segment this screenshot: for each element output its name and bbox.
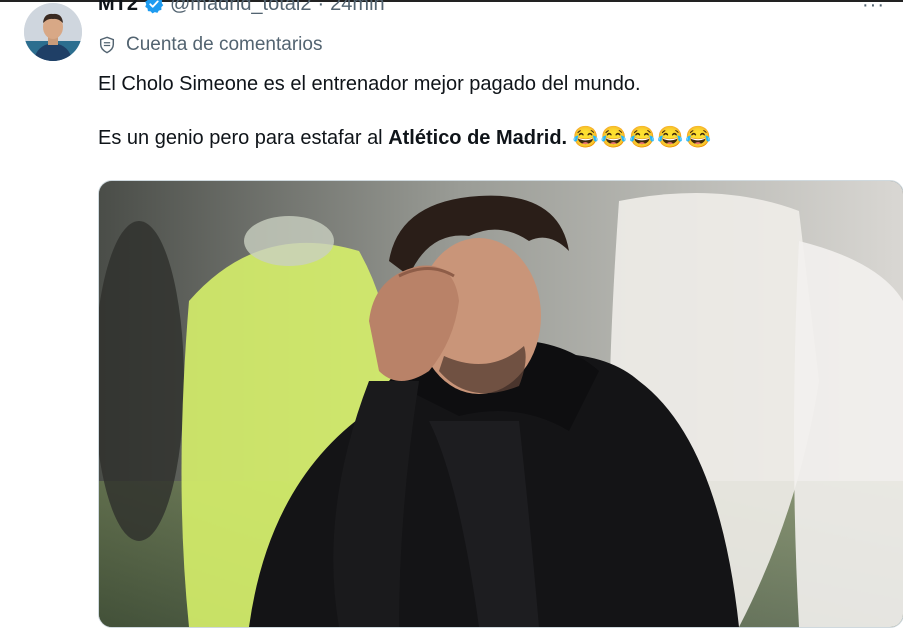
team-name: Atlético de Madrid. (388, 127, 568, 149)
author-handle[interactable]: @madrid_total2 (170, 0, 311, 16)
tweet-text: El Cholo Simeone es el entrenador mejor … (98, 70, 878, 152)
tweet-line-2: Es un genio pero para estafar al Atlétic… (98, 124, 878, 152)
coach-photo (99, 181, 903, 627)
tweet-header: MT2 @madrid_total2 · 24min (98, 0, 385, 16)
author-name[interactable]: MT2 (98, 0, 138, 16)
more-icon: ··· (862, 0, 885, 16)
tweet-line-1: El Cholo Simeone es el entrenador mejor … (98, 73, 641, 95)
context-label-row: Cuenta de comentarios (98, 33, 322, 57)
verified-badge-icon (145, 0, 164, 14)
tweet-timestamp[interactable]: 24min (330, 0, 384, 16)
header-separator: · (317, 0, 325, 15)
author-avatar[interactable] (24, 3, 82, 61)
tweet-media-image[interactable] (98, 180, 903, 628)
context-label: Cuenta de comentarios (126, 34, 323, 55)
tweet-line-2-text: Es un genio pero para estafar al (98, 127, 389, 149)
laughing-emojis: 😂😂😂😂😂 (572, 126, 714, 149)
more-options-button[interactable]: ··· (862, 0, 885, 17)
shield-icon (99, 36, 115, 54)
